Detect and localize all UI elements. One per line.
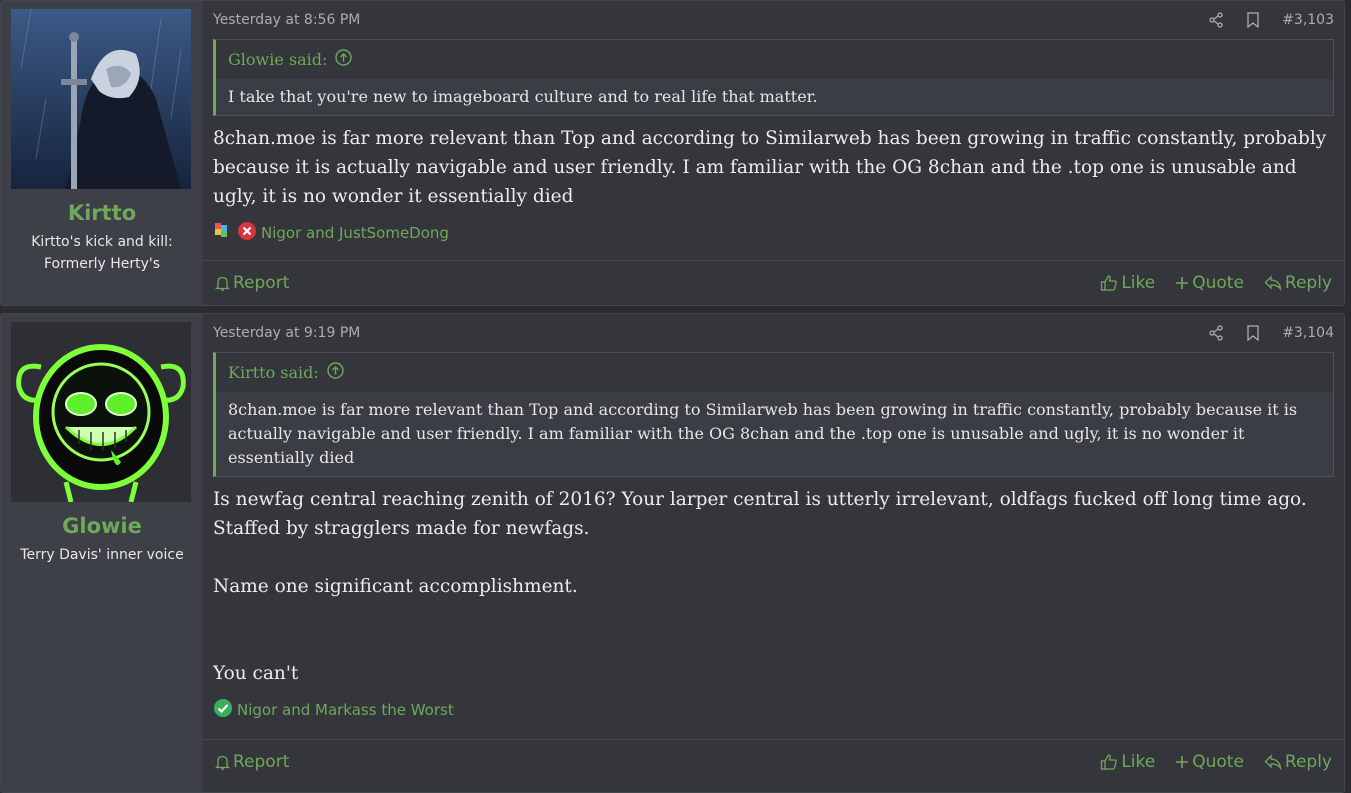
post-meta: Yesterday at 9:19 PM #3,104 xyxy=(213,314,1334,352)
report-label: Report xyxy=(233,752,290,772)
quote-button[interactable]: Quote xyxy=(1175,273,1244,293)
quote-author[interactable]: Glowie said: xyxy=(228,50,327,69)
quote-label: Quote xyxy=(1192,273,1244,293)
post-message: Is newfag central reaching zenith of 201… xyxy=(213,485,1334,688)
thumbs-up-icon xyxy=(1100,274,1118,292)
avatar[interactable] xyxy=(11,322,191,502)
arrow-up-circle-icon[interactable] xyxy=(335,49,353,70)
post-actions: Report Like Quote Reply xyxy=(203,260,1344,305)
reply-arrow-icon xyxy=(1264,275,1282,291)
bell-icon xyxy=(215,754,230,771)
user-cell: Kirtto Kirtto's kick and kill: Formerly … xyxy=(1,1,203,305)
bell-icon xyxy=(215,275,230,292)
post-main: Yesterday at 8:56 PM #3,103 Glowie said:… xyxy=(203,1,1344,305)
reaction-users[interactable]: Nigor and Markass the Worst xyxy=(237,701,454,719)
like-button[interactable]: Like xyxy=(1100,752,1155,772)
username[interactable]: Kirtto xyxy=(1,201,203,225)
like-label: Like xyxy=(1121,752,1156,772)
x-circle-icon xyxy=(237,221,257,245)
message-line: Name one significant accomplishment. xyxy=(213,576,578,597)
post-actions: Report Like Quote Reply xyxy=(203,739,1344,784)
plus-icon xyxy=(1175,755,1189,769)
plus-icon xyxy=(1175,276,1189,290)
arrow-up-circle-icon[interactable] xyxy=(327,362,344,383)
post-timestamp[interactable]: Yesterday at 9:19 PM xyxy=(213,325,360,341)
post-number[interactable]: #3,103 xyxy=(1282,12,1334,28)
quote-header[interactable]: Glowie said: xyxy=(216,40,1333,79)
user-title: Kirtto's kick and kill: Formerly Herty's xyxy=(31,234,173,272)
reaction-users[interactable]: Nigor and JustSomeDong xyxy=(261,224,449,242)
report-label: Report xyxy=(233,273,290,293)
bookmark-icon[interactable] xyxy=(1246,325,1260,341)
quote-header[interactable]: Kirtto said: xyxy=(216,353,1333,392)
quote-text: I take that you're new to imageboard cul… xyxy=(216,79,1333,115)
post: Kirtto Kirtto's kick and kill: Formerly … xyxy=(0,0,1345,306)
username[interactable]: Glowie xyxy=(1,514,203,538)
post-message: 8chan.moe is far more relevant than Top … xyxy=(213,128,1327,207)
report-button[interactable]: Report xyxy=(215,752,289,772)
message-line: You can't xyxy=(213,663,299,684)
like-label: Like xyxy=(1121,273,1156,293)
puzzle-icon xyxy=(213,221,233,245)
message-line: Is newfag central reaching zenith of 201… xyxy=(213,489,1307,539)
quote-block: Kirtto said: 8chan.moe is far more relev… xyxy=(213,352,1334,477)
quote-label: Quote xyxy=(1192,752,1244,772)
user-title: Terry Davis' inner voice xyxy=(20,547,184,563)
post-meta: Yesterday at 8:56 PM #3,103 xyxy=(213,1,1334,39)
share-icon[interactable] xyxy=(1208,12,1224,28)
quote-text: 8chan.moe is far more relevant than Top … xyxy=(216,392,1333,476)
post-main: Yesterday at 9:19 PM #3,104 Kirtto said:… xyxy=(203,314,1344,792)
user-cell: Glowie Terry Davis' inner voice xyxy=(1,314,203,792)
thumbs-up-icon xyxy=(1100,753,1118,771)
reaction-bar[interactable]: Nigor and JustSomeDong xyxy=(213,221,1334,245)
check-circle-icon xyxy=(213,698,233,722)
quote-button[interactable]: Quote xyxy=(1175,752,1244,772)
post-timestamp[interactable]: Yesterday at 8:56 PM xyxy=(213,12,360,28)
bookmark-icon[interactable] xyxy=(1246,12,1260,28)
quote-author[interactable]: Kirtto said: xyxy=(228,363,319,382)
reply-label: Reply xyxy=(1284,752,1332,772)
reply-button[interactable]: Reply xyxy=(1264,752,1332,772)
like-button[interactable]: Like xyxy=(1100,273,1155,293)
quote-block: Glowie said: I take that you're new to i… xyxy=(213,39,1334,116)
reaction-bar[interactable]: Nigor and Markass the Worst xyxy=(213,698,1334,722)
avatar[interactable] xyxy=(11,9,191,189)
reply-arrow-icon xyxy=(1264,754,1282,770)
report-button[interactable]: Report xyxy=(215,273,289,293)
post: Glowie Terry Davis' inner voice Yesterda… xyxy=(0,313,1345,793)
reply-button[interactable]: Reply xyxy=(1264,273,1332,293)
reply-label: Reply xyxy=(1284,273,1332,293)
post-number[interactable]: #3,104 xyxy=(1282,325,1334,341)
share-icon[interactable] xyxy=(1208,325,1224,341)
